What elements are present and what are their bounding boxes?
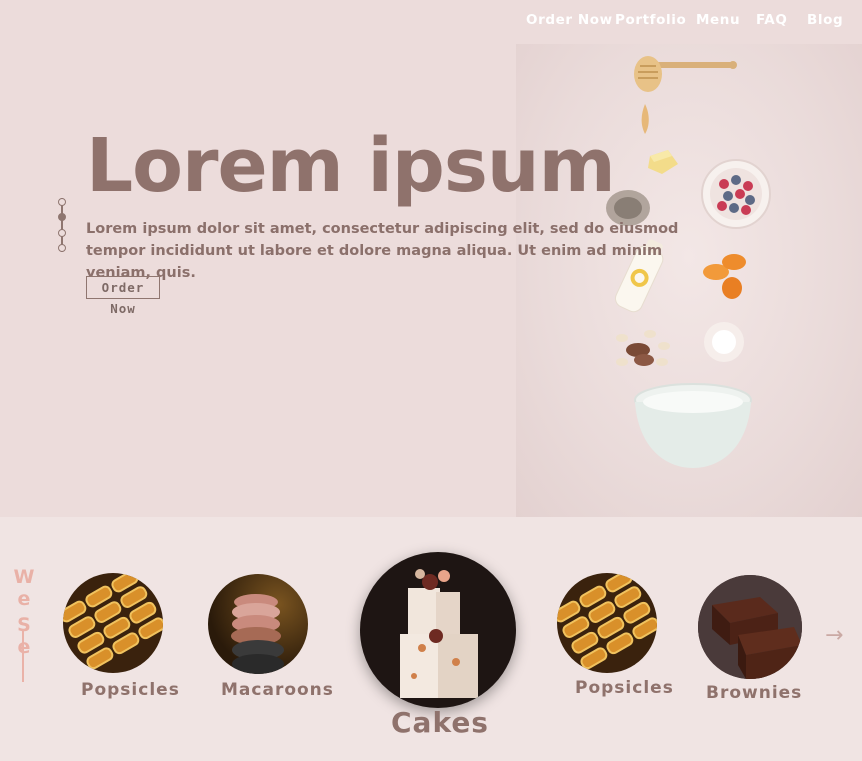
product-image-brownies[interactable] — [698, 575, 802, 679]
side-label-bar — [22, 630, 24, 682]
popsicles-icon — [63, 573, 163, 670]
side-letter: S — [17, 614, 31, 636]
hero-title: Lorem ipsum — [86, 123, 616, 209]
pager-dot-2[interactable] — [58, 213, 66, 221]
product-image-popsicles-2[interactable] — [557, 573, 657, 673]
apricots-icon — [703, 254, 746, 299]
side-letter: W — [13, 566, 35, 588]
product-name-macaroons[interactable]: Macaroons — [221, 680, 334, 700]
mixing-bowl-icon — [634, 383, 752, 468]
pager-dot-1[interactable] — [58, 198, 66, 206]
nav-portfolio[interactable]: Portfolio — [615, 12, 686, 28]
hero-paragraph: Lorem ipsum dolor sit amet, consectetur … — [86, 221, 679, 281]
pager-dot-4[interactable] — [58, 244, 66, 252]
product-image-popsicles[interactable] — [63, 573, 163, 673]
brownies-icon — [698, 575, 802, 679]
product-image-cakes[interactable] — [360, 552, 516, 708]
nav-order-now[interactable]: Order Now — [526, 12, 613, 28]
product-name-cakes[interactable]: Cakes — [391, 706, 489, 739]
product-name-popsicles-2[interactable]: Popsicles — [575, 678, 674, 698]
honey-drop-icon — [641, 104, 649, 134]
butter-icon — [648, 150, 678, 174]
honey-dipper-icon — [634, 56, 737, 92]
product-name-brownies[interactable]: Brownies — [706, 683, 802, 703]
macaroons-icon — [231, 594, 284, 674]
side-letter: e — [13, 636, 35, 658]
section-side-label: W e S e — [13, 566, 35, 658]
arrow-right-icon[interactable]: → — [825, 624, 851, 648]
nav-faq[interactable]: FAQ — [756, 12, 787, 28]
order-now-button[interactable]: Order Now — [86, 276, 160, 316]
nav-blog[interactable]: Blog — [807, 12, 843, 28]
slide-pager — [58, 198, 66, 252]
nuts-icon — [616, 330, 670, 366]
coconut-flakes-icon — [704, 322, 744, 362]
product-name-popsicles[interactable]: Popsicles — [81, 680, 180, 700]
popsicles-icon — [557, 573, 657, 670]
side-letter: e — [17, 588, 31, 610]
pager-dot-3[interactable] — [58, 229, 66, 237]
product-image-macaroons[interactable] — [208, 574, 308, 674]
cake-icon — [400, 569, 478, 698]
nav-menu[interactable]: Menu — [696, 12, 740, 28]
berry-bowl-icon — [701, 159, 771, 229]
